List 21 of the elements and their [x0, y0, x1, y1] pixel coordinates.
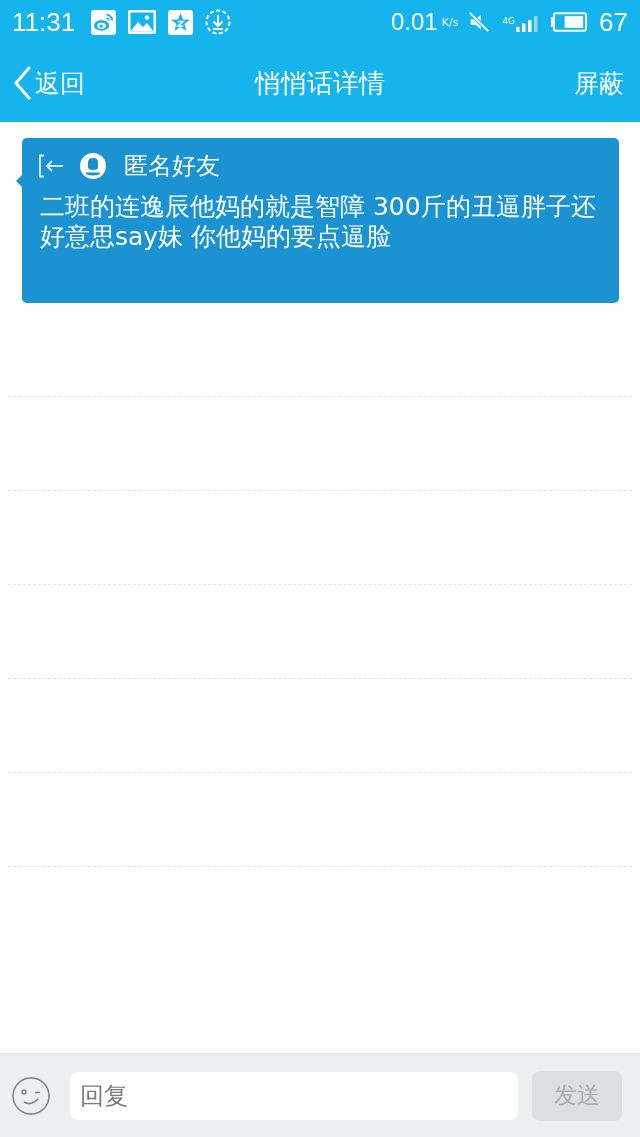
battery-icon — [550, 12, 588, 32]
avatar-icon — [80, 153, 106, 179]
chevron-left-icon — [13, 66, 31, 100]
sender-name: 匿名好友 — [124, 151, 220, 182]
exit-arrow-icon[interactable] — [38, 154, 64, 178]
battery-percent: 67 — [599, 6, 628, 38]
status-time: 11:31 — [12, 6, 76, 38]
block-button[interactable]: 屏蔽 — [574, 66, 624, 100]
page-title: 悄悄话详情 — [255, 66, 385, 100]
reply-input[interactable]: 回复 — [70, 1071, 518, 1120]
emoji-icon[interactable] — [12, 1076, 50, 1115]
speed-unit: K/s — [441, 15, 459, 29]
signal-icon — [516, 16, 539, 32]
image-icon — [128, 10, 157, 34]
back-button[interactable]: 返回 — [13, 66, 85, 100]
logo-tile-icon — [91, 9, 117, 35]
download-icon — [205, 9, 232, 35]
mute-icon — [468, 11, 491, 33]
network-type: 4G — [502, 15, 516, 26]
network-speed: 0.01 — [391, 8, 438, 36]
message-text: 二班的连逸辰他妈的就是智障 300斤的丑逼胖子还好意思say妹 你他妈的要点逼脸 — [40, 192, 597, 252]
